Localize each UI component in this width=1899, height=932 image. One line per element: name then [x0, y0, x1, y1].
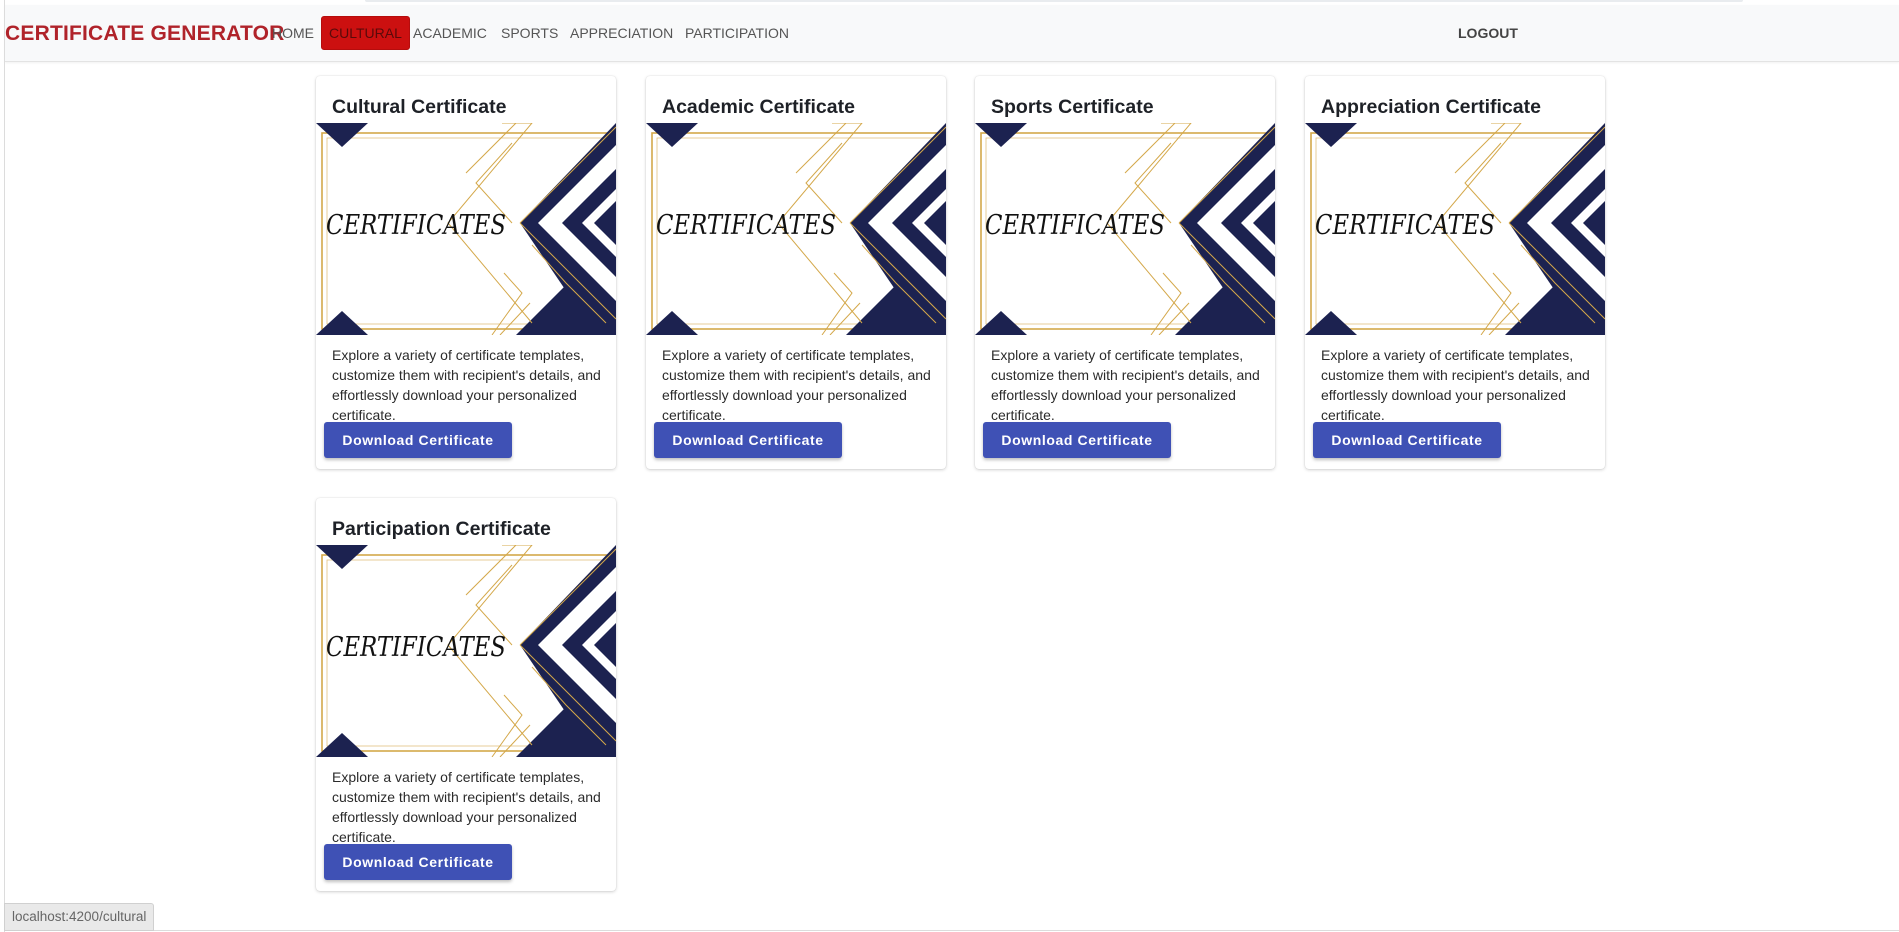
card-title: Appreciation Certificate [1321, 96, 1541, 118]
certificate-image-text: CERTIFICATES [326, 210, 506, 241]
certificate-image: CERTIFICATES [316, 122, 616, 336]
download-certificate-button[interactable]: Download Certificate [654, 422, 842, 458]
certificate-card-sports: Sports Certificate CERTIFICATES Explore … [975, 76, 1275, 469]
certificate-card-appreciation: Appreciation Certificate CERTIFICATES Ex… [1305, 76, 1605, 469]
card-title: Cultural Certificate [332, 96, 507, 118]
download-certificate-button[interactable]: Download Certificate [983, 422, 1171, 458]
page-border-bottom [4, 930, 1899, 931]
nav-link-cultural[interactable]: CULTURAL [321, 16, 410, 50]
certificate-card-participation: Participation Certificate CERTIFICATES E… [316, 498, 616, 891]
nav-link-appreciation[interactable]: APPRECIATION [570, 23, 673, 43]
card-description: Explore a variety of certificate templat… [332, 769, 601, 845]
certificate-image: CERTIFICATES [316, 544, 616, 758]
certificate-image: CERTIFICATES [975, 122, 1275, 336]
status-bar-url: localhost:4200/cultural [4, 903, 155, 931]
download-certificate-button[interactable]: Download Certificate [324, 422, 512, 458]
logout-button[interactable]: LOGOUT [1458, 23, 1518, 43]
card-title: Participation Certificate [332, 518, 551, 540]
certificate-image: CERTIFICATES [646, 122, 946, 336]
nav-link-academic[interactable]: ACADEMIC [413, 23, 487, 43]
page-border-left [4, 0, 5, 932]
certificate-card-cultural: Cultural Certificate CERTIFICATES Explor… [316, 76, 616, 469]
download-certificate-button[interactable]: Download Certificate [324, 844, 512, 880]
navbar: CERTIFICATE GENERATOR HOME CULTURAL ACAD… [5, 5, 1899, 62]
card-title: Sports Certificate [991, 96, 1154, 118]
nav-link-participation[interactable]: PARTICIPATION [685, 23, 789, 43]
card-description: Explore a variety of certificate templat… [991, 347, 1260, 423]
card-description: Explore a variety of certificate templat… [1321, 347, 1590, 423]
nav-link-home[interactable]: HOME [272, 23, 314, 43]
download-certificate-button[interactable]: Download Certificate [1313, 422, 1501, 458]
card-description: Explore a variety of certificate templat… [662, 347, 931, 423]
certificate-image: CERTIFICATES [1305, 122, 1605, 336]
card-title: Academic Certificate [662, 96, 855, 118]
certificate-image-text: CERTIFICATES [1315, 210, 1495, 241]
nav-link-sports[interactable]: SPORTS [501, 23, 558, 43]
card-description: Explore a variety of certificate templat… [332, 347, 601, 423]
brand-logo[interactable]: CERTIFICATE GENERATOR [5, 22, 285, 46]
browser-top-strip [0, 0, 1899, 4]
certificate-image-text: CERTIFICATES [326, 632, 506, 663]
certificate-card-academic: Academic Certificate CERTIFICATES Explor… [646, 76, 946, 469]
certificate-image-text: CERTIFICATES [656, 210, 836, 241]
certificate-image-text: CERTIFICATES [985, 210, 1165, 241]
